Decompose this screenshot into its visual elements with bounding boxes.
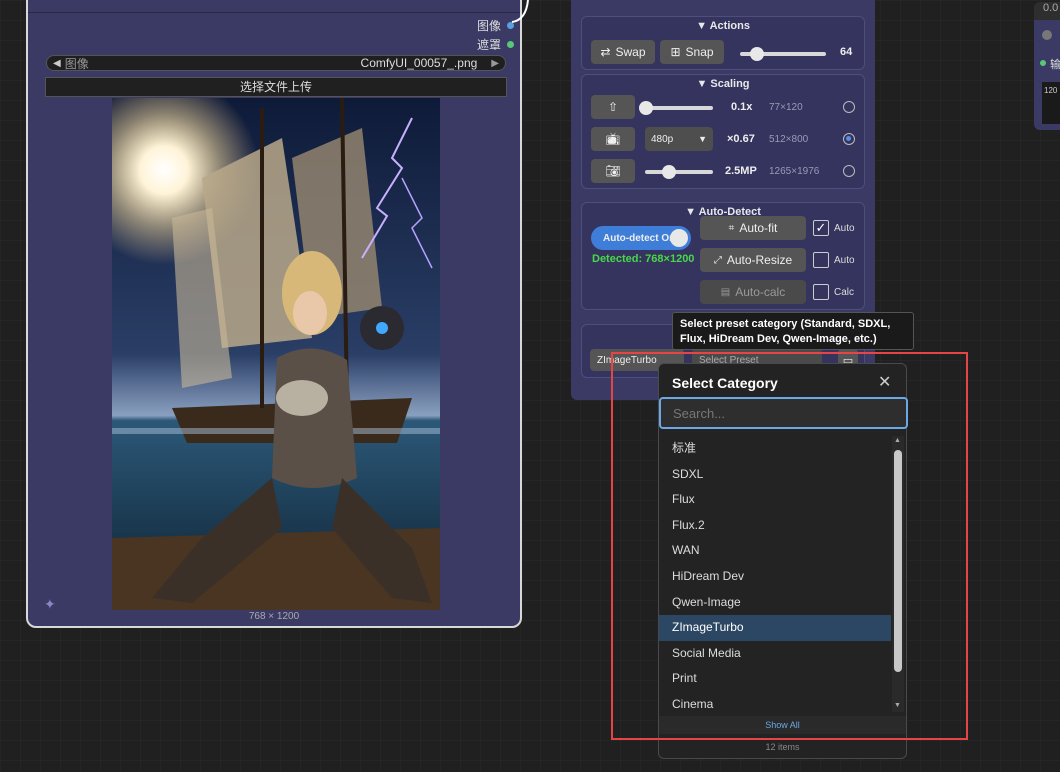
combo-label: 图像 <box>64 56 89 71</box>
right-node-input-dot[interactable] <box>1042 30 1052 40</box>
camera-icon: 📷︎ <box>605 164 621 178</box>
calc-checkbox[interactable] <box>813 284 829 300</box>
category-tooltip: Select preset category (Standard, SDXL, … <box>672 312 914 350</box>
upscale-icon: ⇧ <box>607 100 619 114</box>
resolution-result: 512×800 <box>769 134 809 145</box>
upload-button[interactable]: 选择文件上传 <box>45 77 507 97</box>
megapixel-slider[interactable] <box>645 165 713 179</box>
toggle-knob <box>670 229 688 247</box>
right-node-field[interactable]: 120 <box>1042 82 1060 124</box>
actions-title[interactable]: ▼ Actions <box>582 20 864 32</box>
autocalc-label: Auto-calc <box>735 285 786 299</box>
grid-icon: ⊞ <box>670 45 681 59</box>
right-node-header: 0.0 <box>1034 2 1060 20</box>
megapixel-value: 2.5MP <box>725 165 757 177</box>
output-mask[interactable]: 遮罩 <box>477 36 514 53</box>
megapixel-button[interactable]: 📷︎ <box>591 159 635 183</box>
load-image-node[interactable]: 图像 遮罩 ◀ 图像 ComfyUI_00057_.png ▶ 选择文件上传 ✦… <box>26 0 522 628</box>
autoresize-button[interactable]: ⤢ Auto-Resize <box>700 248 806 272</box>
node-titlebar[interactable] <box>28 0 520 13</box>
resolution-value: ×0.67 <box>727 133 755 145</box>
scaling-title[interactable]: ▼ Scaling <box>582 78 864 90</box>
output-image-label: 图像 <box>476 19 501 33</box>
snap-slider[interactable] <box>740 47 826 61</box>
swap-label: Swap <box>615 45 646 59</box>
scale-result: 77×120 <box>769 102 803 113</box>
auto-checkbox-2[interactable] <box>813 252 829 268</box>
tv-icon: 📺︎ <box>605 132 621 146</box>
image-preview <box>112 98 440 610</box>
right-node[interactable]: 0.0 输 120 <box>1034 2 1060 130</box>
scaling-section: ▼ Scaling ⇧ 0.1x 77×120 📺︎ 480p ▼ ×0.67 … <box>581 74 865 189</box>
right-node-output-dot[interactable] <box>1040 60 1046 66</box>
right-node-output-label: 输 <box>1050 59 1060 71</box>
snap-label: Snap <box>685 45 714 59</box>
expand-icon: ⤢ <box>713 254 722 266</box>
focus-icon: ⌗ <box>728 222 735 234</box>
image-size-label: 768 × 1200 <box>248 611 300 622</box>
swap-icon: ⇄ <box>600 45 611 59</box>
output-mask-label: 遮罩 <box>476 38 501 52</box>
autofit-label: Auto-fit <box>739 221 778 235</box>
resolution-button[interactable]: 📺︎ <box>591 127 635 151</box>
resolution-radio[interactable] <box>843 133 855 145</box>
swap-button[interactable]: ⇄ Swap <box>591 40 655 64</box>
scale-slider[interactable] <box>639 101 713 115</box>
snap-button[interactable]: ⊞ Snap <box>660 40 724 64</box>
scale-slider-thumb[interactable] <box>639 101 654 115</box>
upscale-button[interactable]: ⇧ <box>591 95 635 119</box>
item-count: 12 items <box>765 742 800 752</box>
calc-checkbox-label: Calc <box>834 287 855 298</box>
calculator-icon: ▤ <box>720 286 731 298</box>
auto-checkbox-2-label: Auto <box>834 255 855 266</box>
highlight-box <box>611 352 968 740</box>
connection-wire <box>511 0 529 23</box>
megapixel-radio[interactable] <box>843 165 855 177</box>
combo-right-arrow-icon[interactable]: ▶ <box>491 58 499 69</box>
actions-section: ▼ Actions ⇄ Swap ⊞ Snap 64 <box>581 16 865 70</box>
megapixel-slider-thumb[interactable] <box>661 165 676 179</box>
snap-slider-thumb[interactable] <box>750 47 765 61</box>
output-image[interactable]: 图像 <box>477 17 514 34</box>
auto-checkbox-1[interactable]: ✓ <box>813 220 829 236</box>
auto-detect-section: ▼ Auto-Detect Auto-detect On Detected: 7… <box>581 202 865 310</box>
autofit-button[interactable]: ⌗ Auto-fit <box>700 216 806 240</box>
autoresize-label: Auto-Resize <box>726 253 793 267</box>
output-mask-dot[interactable] <box>507 41 514 48</box>
autocalc-button[interactable]: ▤ Auto-calc <box>700 280 806 304</box>
detected-label: Detected: 768×1200 <box>592 253 695 265</box>
auto-detect-toggle-label: Auto-detect On <box>603 232 676 244</box>
auto-detect-toggle[interactable]: Auto-detect On <box>591 226 691 250</box>
scale-radio[interactable] <box>843 101 855 113</box>
snap-value: 64 <box>840 46 853 58</box>
scale-value: 0.1x <box>731 101 753 113</box>
resolution-dropdown-value: 480p <box>651 133 674 145</box>
combo-value: ComfyUI_00057_.png <box>360 56 478 70</box>
megapixel-result: 1265×1976 <box>769 166 820 177</box>
image-combo[interactable]: ◀ 图像 ComfyUI_00057_.png ▶ <box>46 55 506 71</box>
chevron-down-icon: ▼ <box>698 134 707 144</box>
auto-checkbox-1-label: Auto <box>834 223 855 234</box>
combo-left-arrow-icon[interactable]: ◀ <box>53 58 61 69</box>
resolution-dropdown[interactable]: 480p ▼ <box>645 127 713 151</box>
